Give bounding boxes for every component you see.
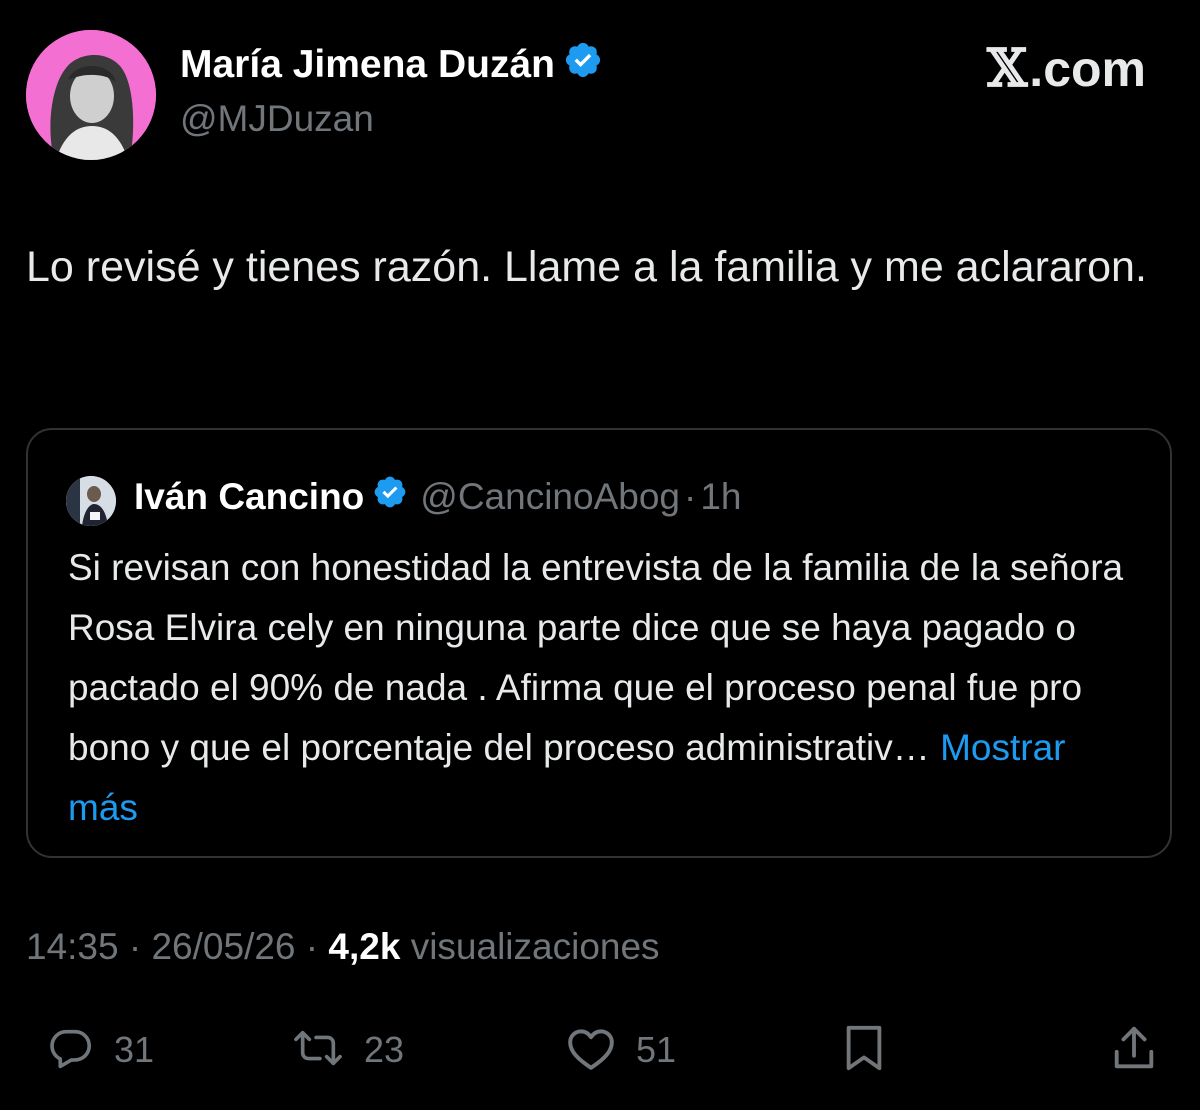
brand-suffix: .com — [1029, 40, 1146, 97]
author-name-text: María Jimena Duzán — [180, 43, 555, 86]
meta-separator: · — [295, 926, 329, 967]
repost-button[interactable]: 23 — [292, 1020, 404, 1080]
author-avatar[interactable] — [26, 30, 156, 160]
tweet-screenshot: María Jimena Duzán @MJDuzan 𝕏 .com Lo rev… — [0, 0, 1200, 1110]
quote-author-handle[interactable]: @CancinoAbog — [420, 476, 680, 518]
tweet-meta: 14:35 · 26/05/26 · 4,2k visualizaciones — [26, 926, 660, 968]
tweet-date[interactable]: 26/05/26 — [151, 926, 295, 967]
x-logo-icon: 𝕏 — [986, 38, 1028, 99]
quote-timestamp[interactable]: 1h — [700, 476, 741, 518]
meta-separator: · — [118, 926, 152, 967]
author-handle[interactable]: @MJDuzan — [180, 98, 374, 140]
action-bar: 31 23 51 — [0, 1020, 1200, 1080]
verified-badge-icon — [563, 40, 603, 90]
views-count: 4,2k — [328, 926, 401, 967]
quote-author-name[interactable]: Iván Cancino — [134, 476, 364, 518]
reply-count: 31 — [114, 1029, 155, 1070]
share-icon — [1110, 1023, 1158, 1078]
x-logo: 𝕏 .com — [987, 38, 1146, 99]
repost-icon — [292, 1025, 344, 1076]
repost-count: 23 — [364, 1029, 405, 1070]
quote-header: Iván Cancino @CancinoAbog · 1h — [134, 474, 742, 519]
bookmark-button[interactable] — [842, 1020, 886, 1080]
like-count: 51 — [636, 1029, 677, 1070]
like-button[interactable]: 51 — [566, 1020, 676, 1080]
separator-dot: · — [684, 475, 697, 517]
reply-icon — [48, 1025, 94, 1076]
tweet-time[interactable]: 14:35 — [26, 926, 119, 967]
reply-button[interactable]: 31 — [48, 1020, 154, 1080]
quote-author-avatar[interactable] — [66, 476, 116, 526]
like-icon — [566, 1025, 616, 1076]
views-label: visualizaciones — [400, 926, 660, 967]
quote-text: Si revisan con honestidad la entrevista … — [68, 538, 1128, 838]
quoted-tweet-card[interactable]: Iván Cancino @CancinoAbog · 1h Si revisa… — [26, 428, 1172, 858]
bookmark-icon — [842, 1023, 886, 1078]
verified-badge-icon — [372, 474, 408, 519]
share-button[interactable] — [1110, 1020, 1158, 1080]
tweet-text: Lo revisé y tienes razón. Llame a la fam… — [26, 243, 1147, 291]
author-name[interactable]: María Jimena Duzán — [180, 40, 603, 90]
